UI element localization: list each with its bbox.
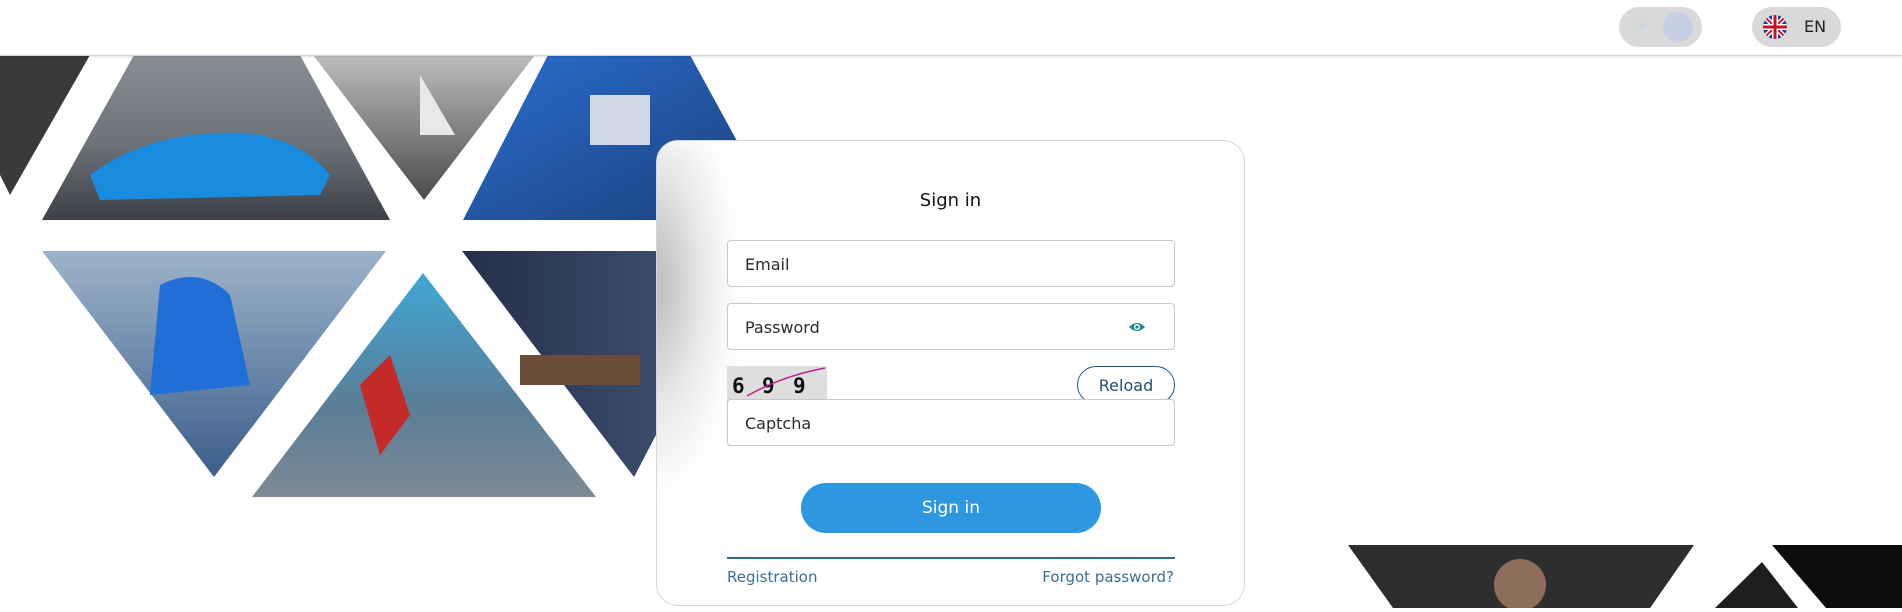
password-input[interactable] [743, 304, 1127, 351]
password-field [727, 303, 1175, 351]
top-bar: ☀ EN [0, 0, 1902, 56]
email-field [727, 240, 1175, 288]
photo-collage-bottom [1348, 545, 1902, 611]
divider [727, 557, 1175, 559]
sign-in-button[interactable]: Sign in [801, 483, 1101, 533]
email-input[interactable] [743, 241, 1127, 288]
language-code: EN [1804, 17, 1827, 36]
sun-icon: ☀ [1634, 17, 1650, 36]
captcha-field [727, 399, 1175, 447]
uk-flag-icon [1763, 15, 1787, 39]
registration-link[interactable]: Registration [727, 568, 817, 586]
moon-icon [1676, 19, 1684, 35]
eye-icon[interactable] [1128, 320, 1146, 334]
photo-collage [0, 55, 760, 505]
forgot-password-link[interactable]: Forgot password? [1042, 568, 1174, 586]
language-selector[interactable]: EN [1752, 7, 1841, 47]
login-title: Sign in [919, 190, 982, 211]
theme-toggle-knob [1663, 12, 1693, 42]
login-card: Sign in 6 9 9 Reload Sign in Registratio… [656, 140, 1245, 606]
captcha-input[interactable] [743, 400, 1127, 447]
phone-photo [1772, 545, 1902, 608]
dark-photo [1715, 562, 1798, 608]
theme-toggle[interactable]: ☀ [1619, 7, 1702, 47]
